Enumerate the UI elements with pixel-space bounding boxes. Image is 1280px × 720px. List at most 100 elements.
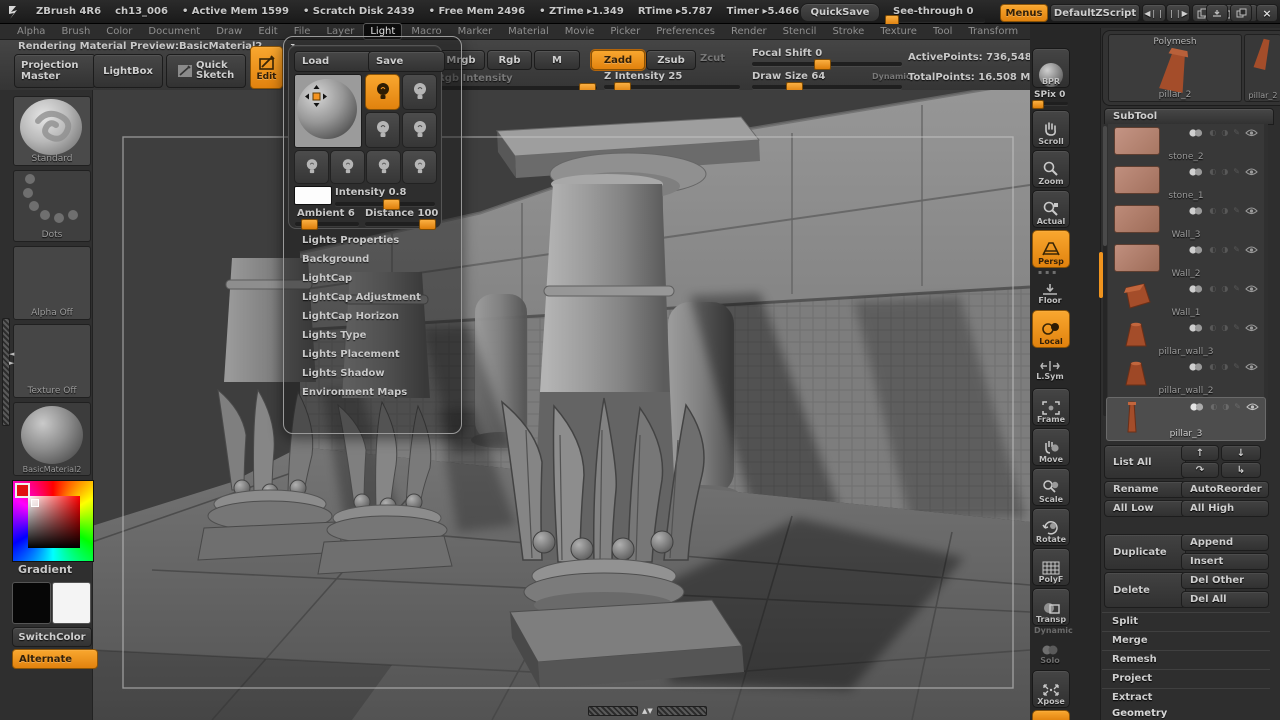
mask-toggle-icon[interactable]: ◑ bbox=[1221, 128, 1228, 137]
paint-toggle-icon[interactable]: ✎ bbox=[1233, 362, 1240, 371]
secondary-color-swatch[interactable] bbox=[52, 582, 91, 624]
menu-material[interactable]: Material bbox=[501, 23, 556, 40]
subtool-scrollbar[interactable] bbox=[1103, 126, 1107, 416]
geometry-section-header[interactable]: Geometry bbox=[1112, 708, 1167, 719]
rgb-button[interactable]: Rgb bbox=[487, 50, 532, 70]
list-all-button[interactable]: List All bbox=[1104, 445, 1186, 479]
polypaint-toggle-icon[interactable] bbox=[1188, 168, 1204, 176]
del-other-button[interactable]: Del Other bbox=[1181, 572, 1269, 589]
shade-toggle-icon[interactable]: ◐ bbox=[1209, 167, 1216, 176]
shade-toggle-icon[interactable]: ◐ bbox=[1209, 284, 1216, 293]
gradient-label[interactable]: Gradient bbox=[18, 563, 72, 576]
material-tile[interactable]: BasicMaterial2 bbox=[13, 402, 91, 476]
left-tray-arrows-icon[interactable]: ◄► bbox=[9, 350, 14, 368]
polypaint-toggle-icon[interactable] bbox=[1188, 285, 1204, 293]
menu-item-lightcap-adjustment[interactable]: LightCap Adjustment bbox=[302, 292, 452, 311]
remesh-section[interactable]: Remesh bbox=[1102, 650, 1270, 668]
menu-item-lights-properties[interactable]: Lights Properties bbox=[302, 235, 452, 254]
menu-movie[interactable]: Movie bbox=[558, 23, 602, 40]
draw-size-slider[interactable] bbox=[752, 85, 902, 89]
mask-toggle-icon[interactable]: ◑ bbox=[1221, 323, 1228, 332]
subtool-row-wall2[interactable]: ◐◑✎ Wall_2 bbox=[1108, 241, 1264, 281]
mask-toggle-icon[interactable]: ◑ bbox=[1221, 206, 1228, 215]
alpha-tile[interactable]: Alpha Off bbox=[13, 246, 91, 320]
zoom-button[interactable]: Zoom bbox=[1032, 150, 1070, 188]
zsub-button[interactable]: Zsub bbox=[646, 50, 696, 70]
edit-button[interactable]: Edit bbox=[250, 46, 283, 89]
subtool-row-wall1[interactable]: ◐◑✎ Wall_1 bbox=[1108, 280, 1264, 320]
mask-toggle-icon[interactable]: ◑ bbox=[1221, 167, 1228, 176]
light-6-button[interactable] bbox=[330, 150, 365, 184]
shade-toggle-icon[interactable]: ◐ bbox=[1209, 245, 1216, 254]
menu-item-lightcap-horizon[interactable]: LightCap Horizon bbox=[302, 311, 452, 330]
menu-item-lightcap[interactable]: LightCap bbox=[302, 273, 452, 292]
mask-toggle-icon[interactable]: ◑ bbox=[1221, 284, 1228, 293]
shade-toggle-icon[interactable]: ◐ bbox=[1209, 128, 1216, 137]
menu-texture[interactable]: Texture bbox=[873, 23, 924, 40]
subtool-header[interactable]: SubTool bbox=[1104, 108, 1274, 125]
visibility-eye-icon[interactable] bbox=[1245, 363, 1258, 371]
subtool-row-stone1[interactable]: ◐◑✎ stone_1 bbox=[1108, 163, 1264, 203]
lightbox-button[interactable]: LightBox bbox=[93, 54, 163, 88]
paint-toggle-icon[interactable]: ✎ bbox=[1233, 245, 1240, 254]
scrub-left-icon[interactable]: ◀❘❘ bbox=[1142, 4, 1166, 22]
subtool-row-pillar3-selected[interactable]: ◐◑✎ pillar_3 bbox=[1106, 397, 1266, 441]
paint-toggle-icon[interactable]: ✎ bbox=[1233, 323, 1240, 332]
recent-tool-slot[interactable]: pillar_2 bbox=[1244, 34, 1280, 102]
persp-button[interactable]: Persp bbox=[1032, 230, 1070, 268]
visibility-eye-icon[interactable] bbox=[1245, 207, 1258, 215]
delete-button[interactable]: Delete bbox=[1104, 572, 1186, 608]
alternate-button[interactable]: Alternate bbox=[12, 649, 98, 669]
menu-stencil[interactable]: Stencil bbox=[776, 23, 824, 40]
close-button[interactable]: × bbox=[1256, 4, 1278, 22]
paint-toggle-icon[interactable]: ✎ bbox=[1234, 402, 1241, 411]
light-placement-preview[interactable] bbox=[294, 74, 362, 148]
sv-square[interactable] bbox=[28, 496, 80, 548]
light-7-button[interactable] bbox=[366, 150, 401, 184]
scale-button[interactable]: Scale bbox=[1032, 468, 1070, 506]
menu-item-lights-shadow[interactable]: Lights Shadow bbox=[302, 368, 452, 387]
light-8-button[interactable] bbox=[402, 150, 437, 184]
ambient-slider[interactable] bbox=[295, 222, 359, 226]
project-section[interactable]: Project bbox=[1102, 669, 1270, 687]
spix-slider[interactable] bbox=[1032, 102, 1068, 105]
shade-toggle-icon[interactable]: ◐ bbox=[1209, 206, 1216, 215]
polyf-button[interactable]: PolyF bbox=[1032, 548, 1070, 586]
brush-tile-standard[interactable]: Standard bbox=[13, 96, 91, 166]
del-all-button[interactable]: Del All bbox=[1181, 591, 1269, 608]
polypaint-toggle-icon[interactable] bbox=[1188, 363, 1204, 371]
light-5-button[interactable] bbox=[294, 150, 329, 184]
light-3-button[interactable] bbox=[365, 112, 400, 148]
visibility-eye-icon[interactable] bbox=[1246, 403, 1259, 411]
default-zscript-button[interactable]: DefaultZScript bbox=[1050, 4, 1140, 22]
menu-color[interactable]: Color bbox=[99, 23, 139, 40]
visibility-eye-icon[interactable] bbox=[1245, 246, 1258, 254]
menu-item-background[interactable]: Background bbox=[302, 254, 452, 273]
menu-preferences[interactable]: Preferences bbox=[649, 23, 722, 40]
menu-alpha[interactable]: Alpha bbox=[10, 23, 52, 40]
polypaint-toggle-icon[interactable] bbox=[1188, 324, 1204, 332]
focal-shift-slider[interactable] bbox=[752, 62, 902, 66]
light-4-button[interactable] bbox=[402, 112, 437, 148]
menu-render[interactable]: Render bbox=[724, 23, 774, 40]
subtool-move-down-icon[interactable]: ↳ bbox=[1221, 462, 1261, 478]
menu-edit[interactable]: Edit bbox=[251, 23, 284, 40]
light-1-button[interactable] bbox=[365, 74, 400, 110]
frame-button[interactable]: Frame bbox=[1032, 388, 1070, 426]
scroll-button[interactable]: Scroll bbox=[1032, 110, 1070, 148]
insert-button[interactable]: Insert bbox=[1181, 553, 1269, 570]
z-intensity-slider[interactable] bbox=[604, 85, 740, 89]
light-2-button[interactable] bbox=[402, 74, 437, 110]
solo-button[interactable]: Solo bbox=[1032, 636, 1068, 666]
subtool-row-pillarwall3[interactable]: ◐◑✎ pillar_wall_3 bbox=[1108, 319, 1264, 359]
rename-button[interactable]: Rename bbox=[1104, 481, 1186, 498]
all-low-button[interactable]: All Low bbox=[1104, 500, 1186, 517]
intensity-slider[interactable] bbox=[335, 202, 435, 206]
subtool-move-up-icon[interactable]: ↷ bbox=[1181, 462, 1219, 478]
shade-toggle-icon[interactable]: ◐ bbox=[1210, 402, 1217, 411]
actual-button[interactable]: Actual bbox=[1032, 190, 1070, 228]
subtool-row-wall3[interactable]: ◐◑✎ Wall_3 bbox=[1108, 202, 1264, 242]
local-button[interactable]: Local bbox=[1032, 310, 1070, 348]
distance-slider[interactable] bbox=[365, 222, 435, 226]
menu-transform[interactable]: Transform bbox=[961, 23, 1025, 40]
